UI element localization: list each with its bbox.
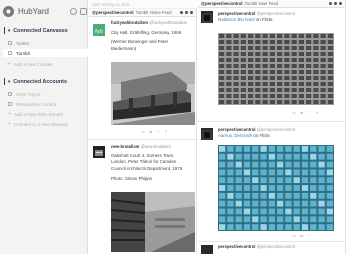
brand-bar: HubYard	[3, 4, 87, 18]
column-settings-icon[interactable]	[329, 2, 332, 5]
column-header: @perspectivecontrol Tumblr User Feed	[198, 0, 345, 8]
post-text: City Hall, Gräfelfing, Germany, 1969 (We…	[111, 30, 182, 51]
refresh-icon[interactable]	[185, 11, 188, 14]
avatar[interactable]	[93, 146, 105, 158]
post-image[interactable]	[110, 192, 195, 252]
like-icon[interactable]: ♡	[307, 233, 311, 238]
post-divider	[198, 241, 345, 242]
flickr-link[interactable]: Radisson Blu hotel	[218, 17, 255, 22]
canvas-icon	[8, 51, 12, 55]
plus-icon: +	[8, 61, 11, 67]
reblog-icon[interactable]: ⇆	[300, 233, 304, 238]
connected-accounts-heading[interactable]: ▾ Connected Accounts	[4, 78, 67, 85]
post-text: Oakshott Court 4, Somers Town, London. P…	[111, 153, 183, 182]
settings-icon[interactable]	[70, 7, 77, 15]
canvas-icon	[8, 41, 12, 45]
post-actions: ▭ ⇆ ♡ ↗	[141, 129, 168, 134]
hubyard-logo-icon	[3, 5, 14, 17]
post-username[interactable]: perspectivecontrol @perspectivecontrol	[218, 127, 295, 132]
post-divider	[198, 121, 345, 122]
post-text: Aarhus, Denmark on Flickr.	[218, 133, 271, 138]
post-username[interactable]: perspectivecontrol @perspectivecontrol	[218, 11, 295, 16]
post-username[interactable]: fuckyeahbrutalism @fuckyeahbrutalism	[111, 20, 187, 25]
post-divider	[89, 139, 196, 140]
sidebar-item-twitter[interactable]: Twitter	[8, 39, 88, 47]
post-image[interactable]	[111, 62, 195, 125]
add-rss-link[interactable]: + Add a New RSS Stream	[8, 110, 88, 118]
connected-canvases-heading[interactable]: ▾ Connected Canvases	[4, 27, 68, 34]
account-icon	[8, 92, 12, 96]
app-window: HubYard ▾ Connected Canvases Twitter Tum…	[0, 0, 346, 254]
plus-icon: +	[8, 111, 11, 117]
sidebar-item-account[interactable]: Perspective Control	[8, 100, 88, 108]
sidebar-item-account[interactable]: Orrin Payne	[8, 90, 88, 98]
sidebar-item-tumblr[interactable]: Tumblr	[3, 49, 88, 57]
sidebar: HubYard ▾ Connected Canvases Twitter Tum…	[0, 0, 88, 254]
reblog-icon[interactable]: ⇆	[300, 110, 304, 115]
avatar[interactable]	[201, 245, 213, 254]
app-name: HubYard	[18, 6, 49, 16]
avatar[interactable]	[201, 128, 213, 140]
home-feed-column: @perspectivecontrol Tumblr Home Feed fyb …	[89, 9, 197, 254]
post-username[interactable]: perspectivecontrol @perspectivecontrol	[218, 244, 295, 249]
comment-icon[interactable]: ▭	[292, 110, 296, 115]
compose-input[interactable]: Start writing an idea	[89, 0, 197, 9]
flickr-link[interactable]: Aarhus, Denmark	[218, 133, 252, 138]
avatar[interactable]	[201, 11, 213, 23]
close-icon[interactable]	[190, 11, 193, 14]
avatar[interactable]: fyb	[93, 24, 105, 36]
reblog-icon[interactable]: ⇆	[149, 129, 153, 134]
compose-icon[interactable]	[80, 7, 87, 15]
share-icon[interactable]: ↗	[315, 110, 319, 115]
account-icon	[8, 102, 12, 106]
share-icon[interactable]: ↗	[164, 129, 168, 134]
post-image[interactable]	[218, 145, 334, 231]
comment-icon[interactable]: ▭	[141, 129, 145, 134]
svg-text:fyb: fyb	[95, 29, 103, 35]
comment-icon[interactable]: ▭	[292, 233, 296, 238]
connect-network-link[interactable]: + Connect to a new Network	[8, 120, 88, 128]
column-header: @perspectivecontrol Tumblr Home Feed	[89, 9, 196, 17]
plus-icon: +	[8, 121, 11, 127]
user-feed-column: @perspectivecontrol Tumblr User Feed pers…	[198, 0, 346, 254]
close-icon[interactable]	[339, 2, 342, 5]
like-icon[interactable]: ♡	[307, 110, 311, 115]
post-actions: ▭ ⇆ ♡	[292, 233, 311, 238]
column-settings-icon[interactable]	[180, 11, 183, 14]
post-text: Radisson Blu hotel on Flickr.	[218, 17, 274, 22]
add-canvas-link[interactable]: + Add a new Canvas	[8, 60, 88, 68]
post-actions: ▭ ⇆ ♡ ↗	[292, 110, 319, 115]
post-username[interactable]: new-brutalism @new-brutalism	[111, 144, 171, 149]
refresh-icon[interactable]	[334, 2, 337, 5]
like-icon[interactable]: ♡	[156, 129, 160, 134]
post-image[interactable]	[218, 33, 334, 105]
